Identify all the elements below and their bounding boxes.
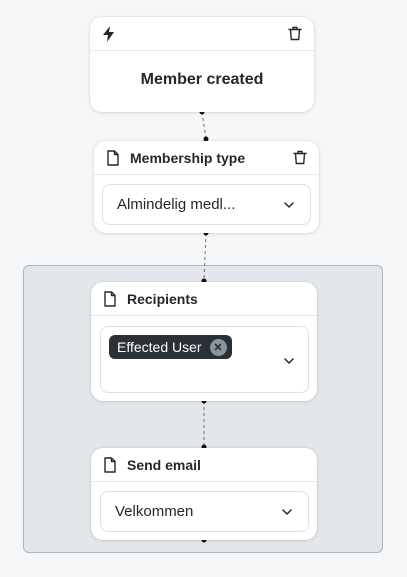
recipient-chip: Effected User [109, 335, 232, 359]
connector-trigger-membership [201, 111, 207, 140]
recipients-title: Recipients [127, 290, 198, 307]
recipients-node-card[interactable]: Recipients Effected User [91, 282, 317, 401]
send-email-select[interactable]: Velkommen [100, 491, 309, 532]
document-icon [101, 456, 119, 474]
chevron-down-icon [280, 352, 298, 370]
membership-type-header: Membership type [94, 141, 319, 175]
membership-type-title: Membership type [130, 149, 246, 166]
send-email-value: Velkommen [115, 503, 194, 520]
trigger-node-header [90, 17, 314, 51]
trash-icon[interactable] [286, 25, 304, 43]
close-icon[interactable] [209, 338, 227, 356]
recipient-chip-label: Effected User [117, 339, 202, 355]
send-email-title: Send email [127, 456, 201, 473]
chevron-down-icon [280, 196, 298, 214]
membership-type-value: Almindelig medl... [117, 196, 236, 213]
membership-type-select[interactable]: Almindelig medl... [102, 184, 311, 225]
membership-type-node-card[interactable]: Membership type Almindelig medl... [94, 141, 319, 233]
workflow-canvas[interactable]: Member created Membership type Almindeli… [0, 0, 407, 577]
send-email-header: Send email [91, 448, 317, 482]
recipients-header: Recipients [91, 282, 317, 316]
trigger-title: Member created [140, 71, 264, 88]
recipients-select[interactable]: Effected User [100, 326, 309, 393]
lightning-icon [100, 25, 118, 43]
document-icon [104, 149, 122, 167]
send-email-node-card[interactable]: Send email Velkommen [91, 448, 317, 540]
trash-icon[interactable] [291, 149, 309, 167]
trigger-node-card[interactable]: Member created [90, 17, 314, 112]
chevron-down-icon [278, 503, 296, 521]
document-icon [101, 290, 119, 308]
